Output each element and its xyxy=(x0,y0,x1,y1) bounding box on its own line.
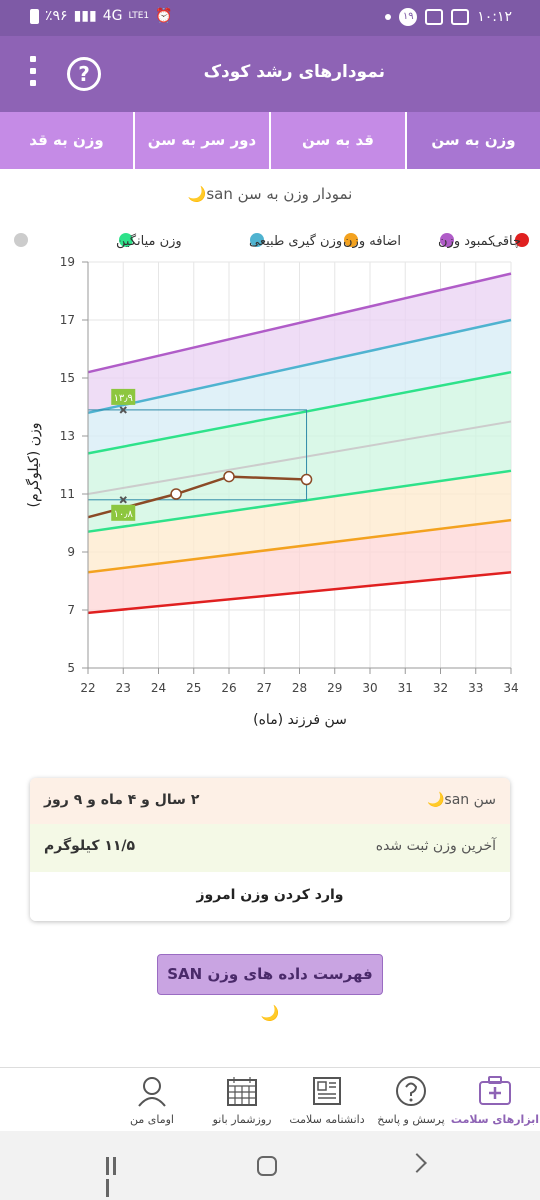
x-tick-label: 22 xyxy=(80,681,95,695)
x-tick-label: 33 xyxy=(468,681,483,695)
nav-label-health-tools: ابزارهای سلامت xyxy=(450,1113,540,1126)
nav-qa[interactable]: پرسش و پاسخ xyxy=(372,1068,450,1131)
chart-plot-area: ۱۳٫۹ ۱۰٫۸ 22 23 24 25 26 27 28 29 30 31 32 33 34 5 7 9 11 1… xyxy=(60,255,519,695)
weight-list-button[interactable]: فهرست داده های وزن SAN🌙 xyxy=(157,954,383,1022)
last-weight-row: آخرین وزن ثبت شده ۱۱/۵ کیلوگرم xyxy=(30,824,510,872)
question-icon xyxy=(396,1076,426,1106)
child-weight-point xyxy=(300,473,313,486)
child-weight-point xyxy=(223,470,235,483)
last-weight-label: آخرین وزن ثبت شده xyxy=(375,838,496,854)
y-tick-label: 19 xyxy=(60,255,75,269)
x-tick-label: 24 xyxy=(151,681,166,695)
growth-chart: ۱۳٫۹ ۱۰٫۸ 22 23 24 25 26 27 28 29 30 31 32 33 34 5 7 9 11 1… xyxy=(25,255,519,728)
x-tick-label: 29 xyxy=(327,681,342,695)
age-label: سن san🌙 xyxy=(426,792,496,808)
x-tick-label: 31 xyxy=(398,681,413,695)
y-tick-label: 9 xyxy=(67,545,75,559)
app-screen: ٪۹۶ ▮▮▮ 4G LTE1 ⏰ ۱۹ ۱۰:۱۲ ? نمودارهای ر… xyxy=(0,0,540,1200)
y-tick-label: 13 xyxy=(60,429,75,443)
x-tick-label: 27 xyxy=(257,681,272,695)
home-button[interactable] xyxy=(257,1156,277,1176)
back-button[interactable] xyxy=(407,1153,427,1173)
nav-label-calendar: روزشمار بانو xyxy=(212,1113,272,1126)
x-tick-label: 30 xyxy=(362,681,377,695)
nav-calendar[interactable]: روزشمار بانو xyxy=(202,1068,282,1131)
nav-health-tools[interactable]: ابزارهای سلامت xyxy=(450,1068,540,1131)
y-tick-label: 7 xyxy=(67,603,75,617)
nav-label-qa: پرسش و پاسخ xyxy=(377,1113,445,1126)
guide-mark-label: ۱۳٫۹ xyxy=(114,393,133,404)
nav-label-profile: اومای من xyxy=(130,1113,174,1126)
x-tick-label: 32 xyxy=(433,681,448,695)
enter-weight-button[interactable]: وارد کردن وزن امروز xyxy=(30,872,510,921)
y-tick-label: 5 xyxy=(67,661,75,675)
x-tick-label: 28 xyxy=(292,681,307,695)
x-tick-label: 26 xyxy=(221,681,236,695)
guide-mark-label: ۱۰٫۸ xyxy=(114,509,134,520)
age-row: سن san🌙 ۲ سال و ۴ ماه و ۹ روز xyxy=(30,778,510,824)
y-axis-label: وزن (کیلوگرم) xyxy=(25,423,42,508)
last-weight-value: ۱۱/۵ کیلوگرم xyxy=(44,838,136,854)
x-tick-label: 23 xyxy=(116,681,131,695)
enter-weight-label: وارد کردن وزن امروز xyxy=(196,887,344,903)
nav-encyclopedia[interactable]: دانشنامه سلامت xyxy=(282,1068,372,1131)
info-card: سن san🌙 ۲ سال و ۴ ماه و ۹ روز آخرین وزن … xyxy=(30,778,510,921)
y-tick-label: 17 xyxy=(60,313,75,327)
person-icon xyxy=(138,1077,166,1107)
x-axis-label: سن فرزند (ماه) xyxy=(253,712,347,728)
recents-button[interactable] xyxy=(106,1157,126,1197)
medical-kit-icon xyxy=(479,1076,511,1105)
x-tick-label: 25 xyxy=(186,681,201,695)
bottom-navigation: ابزارهای سلامت پرسش و پاسخ دانشنامه سلام… xyxy=(0,1067,540,1131)
child-weight-point xyxy=(170,488,182,500)
nav-profile[interactable]: اومای من xyxy=(102,1068,202,1131)
newspaper-icon xyxy=(313,1077,341,1105)
x-tick-label: 34 xyxy=(503,681,518,695)
nav-label-encyclopedia: دانشنامه سلامت xyxy=(289,1113,365,1126)
calendar-icon xyxy=(227,1077,257,1106)
y-tick-label: 15 xyxy=(60,371,75,385)
age-value: ۲ سال و ۴ ماه و ۹ روز xyxy=(44,792,200,808)
y-tick-label: 11 xyxy=(60,487,75,501)
system-navigation-bar xyxy=(0,1131,540,1200)
